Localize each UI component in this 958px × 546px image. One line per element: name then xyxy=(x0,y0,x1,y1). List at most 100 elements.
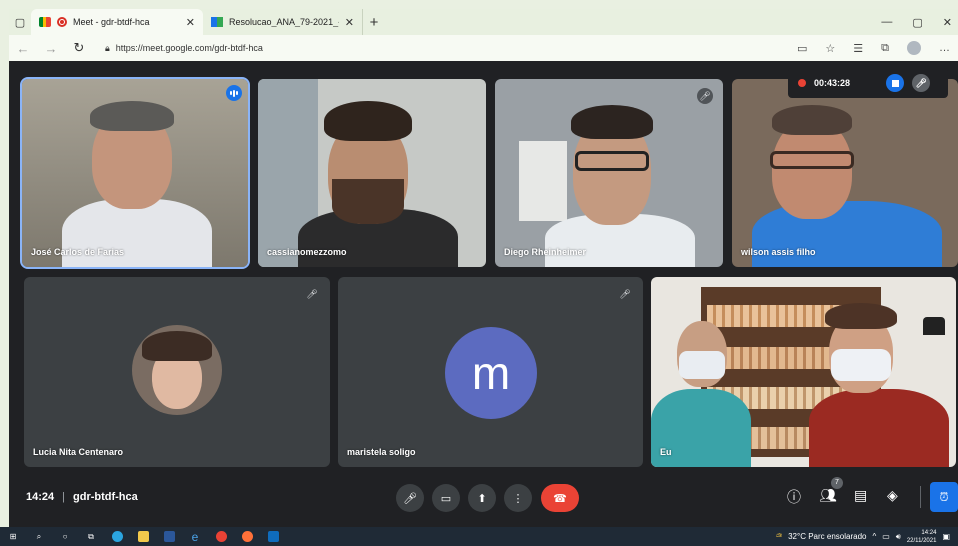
present-icon: ⬆ xyxy=(477,492,487,505)
tab-resolucao[interactable]: Resolucao_ANA_79-2021_-_Apro ✕ xyxy=(203,9,363,35)
tab-meet[interactable]: Meet - gdr-btdf-hca ✕ xyxy=(31,9,203,35)
task-view-icon[interactable]: ⧉ xyxy=(78,527,104,546)
video-hair xyxy=(324,101,412,141)
tab-title: Meet - gdr-btdf-hca xyxy=(73,17,150,27)
weather-icon[interactable]: ⛅︎ xyxy=(776,532,782,542)
volume-icon[interactable]: 🔊︎ xyxy=(896,532,901,542)
stop-recording-button[interactable] xyxy=(886,74,905,92)
address-bar-icons: ▭ ☆ ☰ ⧉ … xyxy=(797,41,958,55)
reload-icon[interactable]: ↻ xyxy=(65,40,93,56)
video-lamp xyxy=(923,317,945,335)
video-mask xyxy=(679,351,725,379)
lock-icon: 🔒︎ xyxy=(105,42,110,53)
favorites-bar-icon[interactable]: ☰ xyxy=(853,42,863,55)
participant-name: maristela soligo xyxy=(347,447,416,457)
video-beard xyxy=(332,179,404,224)
hang-up-icon: ☎ xyxy=(553,492,567,505)
participant-name: wilson assis filho xyxy=(741,247,816,257)
avatar: m xyxy=(445,327,537,419)
recorder-mic-icon[interactable]: 🎤︎ xyxy=(912,74,931,92)
favorite-icon[interactable]: ☆ xyxy=(825,42,835,55)
file-explorer-icon[interactable] xyxy=(130,527,156,546)
system-tray: ⛅︎ 32°C Parc ensolarado ^ ▭ 🔊︎ 14:24 22/… xyxy=(776,529,958,545)
camera-icon: ▭ xyxy=(440,492,452,505)
chrome-icon[interactable] xyxy=(208,527,234,546)
alarm-clock-icon: ⏰︎ xyxy=(939,489,949,504)
chat-icon: ▤ xyxy=(854,487,868,503)
people-button[interactable]: 👥︎ xyxy=(819,487,837,504)
meet-stage: José Carlos de Farias cassianomezzomo 🎤︎… xyxy=(9,61,958,527)
minimize-button[interactable]: — xyxy=(881,16,892,29)
restore-button[interactable]: ▢ xyxy=(912,16,922,29)
participant-name: Lucia Nita Centenaro xyxy=(33,447,124,457)
tab-actions-icon[interactable]: ▢ xyxy=(9,11,31,33)
participant-tile[interactable]: wilson assis filho xyxy=(732,79,958,267)
cortana-icon[interactable]: ○ xyxy=(52,527,78,546)
tab-close-icon[interactable]: ✕ xyxy=(345,16,354,29)
notifications-icon[interactable]: ▣ xyxy=(942,532,950,541)
meeting-details: 14:24 | gdr-btdf-hca xyxy=(26,491,138,503)
video-hair xyxy=(825,303,897,329)
camera-in-use-icon[interactable]: ▭ xyxy=(797,42,807,55)
document-favicon-icon xyxy=(211,17,223,27)
camera-button[interactable]: ▭ xyxy=(432,484,460,512)
url-field[interactable]: 🔒︎ https://meet.google.com/gdr-btdf-hca xyxy=(105,43,263,54)
taskbar-clock[interactable]: 14:24 22/11/2021 xyxy=(907,529,937,545)
speaking-indicator-icon xyxy=(226,85,242,101)
muted-mic-icon: 🎤︎ xyxy=(619,289,631,299)
weather-text[interactable]: 32°C Parc ensolarado xyxy=(788,532,866,541)
tab-title: Resolucao_ANA_79-2021_-_Apro xyxy=(229,17,339,27)
edge-icon[interactable] xyxy=(104,527,130,546)
more-vert-icon: ⋮ xyxy=(512,492,524,505)
self-view-tile[interactable]: Eu xyxy=(651,277,956,467)
activities-button[interactable]: ◈ xyxy=(887,487,898,504)
close-window-button[interactable]: ✕ xyxy=(943,16,952,29)
word-icon[interactable] xyxy=(156,527,182,546)
firefox-icon[interactable] xyxy=(234,527,260,546)
clock-date: 22/11/2021 xyxy=(906,537,937,544)
windows-taskbar: ⊞ ⌕ ○ ⧉ e ⛅︎ 32°C Parc ensolarado ^ ▭ 🔊︎… xyxy=(0,527,958,546)
participant-tile[interactable]: 🎤︎ Lucia Nita Centenaro xyxy=(24,277,330,467)
participant-tile[interactable]: José Carlos de Farias xyxy=(20,77,250,269)
meet-control-bar: 14:24 | gdr-btdf-hca 🎤︎ ▭ ⬆ ⋮ ☎ ⓘ 👥︎ 7 ▤ ◈… xyxy=(9,474,958,520)
participant-name: Eu xyxy=(660,447,672,457)
video-hair xyxy=(90,101,174,131)
chat-button[interactable]: ▤ xyxy=(854,487,867,504)
video-hair xyxy=(571,105,653,139)
start-icon[interactable]: ⊞ xyxy=(0,527,26,546)
back-icon[interactable]: ← xyxy=(9,41,37,56)
meeting-info-button[interactable]: ⓘ xyxy=(787,487,801,507)
url-text: https://meet.google.com/gdr-btdf-hca xyxy=(115,43,263,53)
profile-icon[interactable] xyxy=(907,41,921,55)
video-hair xyxy=(772,105,852,135)
divider xyxy=(920,486,921,508)
participant-name: José Carlos de Farias xyxy=(31,247,125,257)
more-menu-icon[interactable]: … xyxy=(939,42,950,54)
participant-tile[interactable]: cassianomezzomo xyxy=(258,79,486,267)
present-button[interactable]: ⬆ xyxy=(468,484,496,512)
network-icon[interactable]: ▭ xyxy=(882,532,890,541)
avatar-hair xyxy=(142,331,212,361)
meeting-time: 14:24 xyxy=(26,491,55,503)
participant-tile[interactable]: 🎤︎ Diego Rheinheimer xyxy=(495,79,723,267)
leave-call-button[interactable]: ☎ xyxy=(541,484,579,512)
forward-icon[interactable]: → xyxy=(37,41,65,56)
browser-tab-bar: ▢ Meet - gdr-btdf-hca ✕ Resolucao_ANA_79… xyxy=(9,9,958,35)
new-tab-button[interactable]: + xyxy=(363,14,385,31)
internet-explorer-icon[interactable]: e xyxy=(182,527,208,546)
tab-close-icon[interactable]: ✕ xyxy=(186,16,195,29)
collections-icon[interactable]: ⧉ xyxy=(881,42,889,55)
video-mask xyxy=(831,349,891,381)
microphone-button[interactable]: 🎤︎ xyxy=(396,484,424,512)
info-icon: ⓘ xyxy=(787,489,801,505)
participant-tile[interactable]: m 🎤︎ maristela soligo xyxy=(338,277,643,467)
muted-mic-icon: 🎤︎ xyxy=(306,289,318,299)
participant-name: Diego Rheinheimer xyxy=(504,247,587,257)
meet-favicon-icon xyxy=(39,17,51,27)
search-icon[interactable]: ⌕ xyxy=(26,527,52,546)
recording-indicator: 00:43:28 🎤︎ xyxy=(788,68,948,98)
outlook-icon[interactable] xyxy=(260,527,286,546)
tray-chevron-icon[interactable]: ^ xyxy=(872,532,876,541)
more-options-button[interactable]: ⋮ xyxy=(504,484,532,512)
host-controls-button[interactable]: ⏰︎ xyxy=(930,482,958,512)
